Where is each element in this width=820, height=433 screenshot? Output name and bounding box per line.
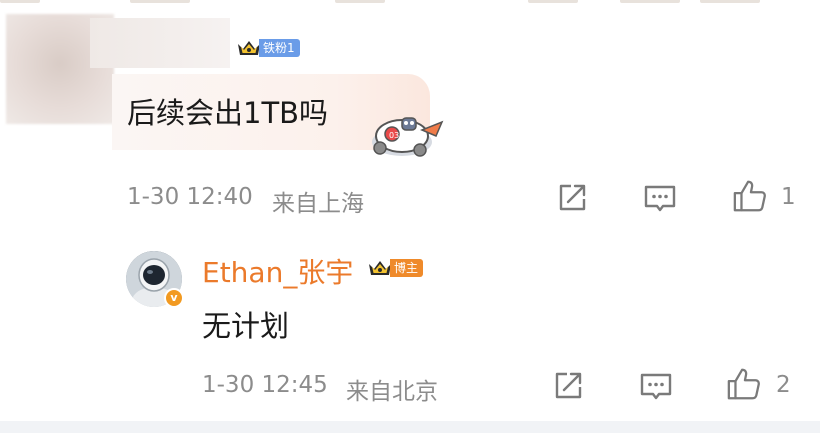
bubble-sticker-icon: 03 (372, 117, 444, 157)
share-button[interactable] (554, 180, 590, 216)
comment-text: 后续会出1TB吗 (127, 96, 329, 130)
reply-text: 无计划 (202, 309, 290, 343)
reply-like-count: 2 (776, 372, 791, 398)
share-icon (559, 184, 586, 211)
section-divider (0, 421, 820, 433)
cropped-content (620, 0, 680, 3)
reply-share-button[interactable] (550, 368, 586, 404)
svg-text:03: 03 (389, 131, 399, 140)
blogger-badge[interactable]: 博主 (367, 258, 424, 278)
commenter-name[interactable] (90, 18, 230, 68)
cropped-content (130, 0, 190, 3)
thumb-up-icon (733, 180, 766, 212)
verified-badge-icon: v (164, 288, 184, 308)
comment-location: 来自上海 (272, 191, 364, 217)
reply-time: 1-30 12:45 (202, 372, 328, 398)
share-icon (555, 372, 582, 399)
blogger-badge-label: 博主 (390, 259, 424, 277)
thumb-up-icon (727, 368, 760, 400)
reply-like-button[interactable] (726, 366, 762, 402)
fan-badge-label: 铁粉1 (259, 39, 300, 57)
like-button[interactable] (732, 178, 768, 214)
cropped-content (528, 0, 578, 3)
comment-icon (640, 373, 672, 400)
comment-time: 1-30 12:40 (127, 184, 253, 210)
like-count: 1 (781, 184, 796, 210)
reply-button[interactable] (642, 180, 678, 216)
cropped-content (335, 0, 385, 3)
comment-icon (644, 185, 676, 212)
blogger-name[interactable]: Ethan_张宇 (202, 251, 353, 291)
fan-badge[interactable]: 铁粉1 (236, 38, 300, 58)
cropped-content (0, 0, 40, 3)
cropped-content (700, 0, 760, 3)
reply-comment-button[interactable] (638, 368, 674, 404)
reply-location: 来自北京 (346, 379, 438, 405)
